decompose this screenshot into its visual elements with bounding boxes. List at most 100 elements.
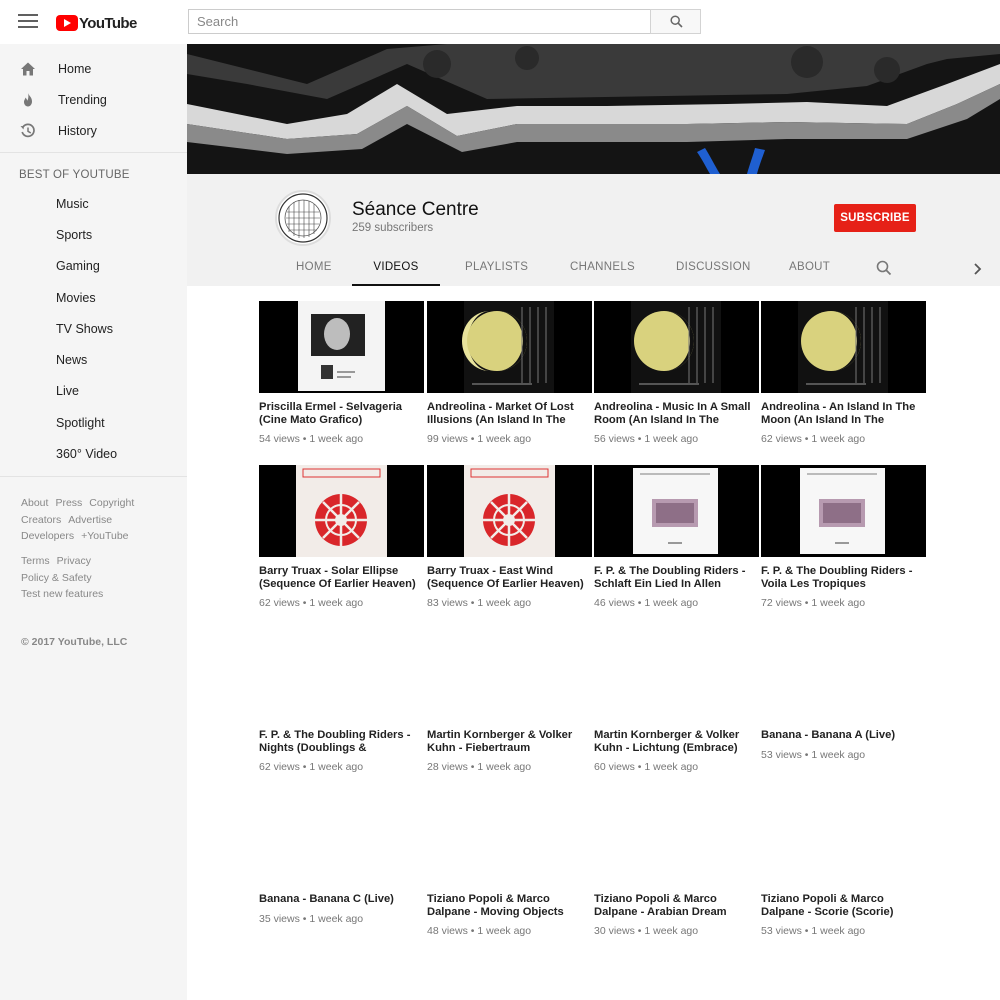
sidebar-item-360-video[interactable]: 360° Video bbox=[0, 438, 187, 469]
video-title[interactable]: Andreolina - Market Of Lost Illusions (A… bbox=[427, 401, 592, 426]
tab-playlists[interactable]: PLAYLISTS bbox=[465, 253, 528, 286]
video-card[interactable]: F. P. & The Doubling Riders - Voila Les … bbox=[761, 465, 926, 609]
video-title[interactable]: F. P. & The Doubling Riders - Nights (Do… bbox=[259, 729, 424, 754]
tabs-next-button[interactable] bbox=[973, 262, 983, 281]
video-title[interactable]: Banana - Banana A (Live) bbox=[761, 729, 926, 742]
footer-links-secondary: Terms Privacy Policy & Safety Test new fe… bbox=[21, 553, 110, 603]
tab-videos[interactable]: VIDEOS bbox=[352, 253, 440, 286]
video-age: 1 week ago bbox=[309, 761, 364, 774]
album-cover-moon bbox=[427, 301, 592, 393]
footer-link-about[interactable]: About bbox=[21, 497, 48, 509]
video-title[interactable]: Barry Truax - Solar Ellipse (Sequence Of… bbox=[259, 565, 424, 590]
video-title[interactable]: Andreolina - Music In A Small Room (An I… bbox=[594, 401, 759, 426]
video-card[interactable]: Andreolina - Market Of Lost Illusions (A… bbox=[427, 301, 592, 445]
video-thumbnail[interactable] bbox=[427, 465, 592, 557]
video-card[interactable]: Barry Truax - Solar Ellipse (Sequence Of… bbox=[259, 465, 424, 609]
video-thumbnail[interactable] bbox=[594, 301, 759, 393]
footer-link-plus-youtube[interactable]: +YouTube bbox=[81, 530, 128, 542]
video-title[interactable]: F. P. & The Doubling Riders - Schlaft Ei… bbox=[594, 565, 759, 590]
video-thumbnail[interactable] bbox=[761, 793, 926, 885]
search-button[interactable] bbox=[650, 9, 701, 34]
sidebar-item-news[interactable]: News bbox=[0, 344, 187, 375]
video-thumbnail[interactable] bbox=[427, 629, 592, 721]
video-title[interactable]: Priscilla Ermel - Selvageria (Cine Mato … bbox=[259, 401, 424, 426]
video-card[interactable]: Martin Kornberger & Volker Kuhn - Lichtu… bbox=[594, 629, 759, 773]
video-title[interactable]: Andreolina - An Island In The Moon (An I… bbox=[761, 401, 926, 426]
footer-link-privacy[interactable]: Privacy bbox=[57, 555, 91, 567]
youtube-logo[interactable]: YouTube bbox=[56, 13, 137, 33]
video-card[interactable]: Banana - Banana A (Live) 53 views • 1 we… bbox=[761, 629, 926, 761]
video-thumbnail[interactable] bbox=[594, 629, 759, 721]
channel-header: Séance Centre 259 subscribers SUBSCRIBE … bbox=[187, 174, 1000, 286]
footer-link-test-new-features[interactable]: Test new features bbox=[21, 588, 103, 600]
tab-home[interactable]: HOME bbox=[296, 253, 332, 286]
sidebar-item-history[interactable]: History bbox=[0, 115, 187, 146]
video-title[interactable]: F. P. & The Doubling Riders - Voila Les … bbox=[761, 565, 926, 590]
video-card[interactable]: Banana - Banana C (Live) 35 views • 1 we… bbox=[259, 793, 424, 925]
album-cover-moon bbox=[594, 301, 759, 393]
video-views: 72 views bbox=[761, 597, 802, 610]
video-card[interactable]: Tiziano Popoli & Marco Dalpane - Moving … bbox=[427, 793, 592, 937]
footer-link-developers[interactable]: Developers bbox=[21, 530, 74, 542]
footer-link-policy-safety[interactable]: Policy & Safety bbox=[21, 572, 92, 584]
subscriber-count: 259 subscribers bbox=[352, 222, 434, 234]
subscribe-button[interactable]: SUBSCRIBE bbox=[834, 204, 916, 232]
video-card[interactable]: Barry Truax - East Wind (Sequence Of Ear… bbox=[427, 465, 592, 609]
video-thumbnail[interactable] bbox=[259, 629, 424, 721]
video-thumbnail[interactable] bbox=[259, 301, 424, 393]
sidebar-item-tv-shows[interactable]: TV Shows bbox=[0, 313, 187, 344]
meta-separator: • bbox=[470, 433, 475, 446]
footer-link-creators[interactable]: Creators bbox=[21, 514, 61, 526]
video-card[interactable]: Andreolina - Music In A Small Room (An I… bbox=[594, 301, 759, 445]
sidebar-item-music[interactable]: Music bbox=[0, 188, 187, 219]
video-thumbnail[interactable] bbox=[427, 793, 592, 885]
tab-about[interactable]: ABOUT bbox=[789, 253, 830, 286]
video-card[interactable]: Tiziano Popoli & Marco Dalpane - Arabian… bbox=[594, 793, 759, 937]
video-thumbnail[interactable] bbox=[761, 465, 926, 557]
footer-link-terms[interactable]: Terms bbox=[21, 555, 50, 567]
video-thumbnail[interactable] bbox=[594, 465, 759, 557]
sidebar-item-movies[interactable]: Movies bbox=[0, 282, 187, 313]
tab-discussion[interactable]: DISCUSSION bbox=[676, 253, 751, 286]
video-card[interactable]: F. P. & The Doubling Riders - Schlaft Ei… bbox=[594, 465, 759, 609]
video-thumbnail[interactable] bbox=[761, 301, 926, 393]
videos-grid: Priscilla Ermel - Selvageria (Cine Mato … bbox=[187, 286, 1000, 1000]
album-cover-record bbox=[594, 465, 759, 557]
video-title[interactable]: Martin Kornberger & Volker Kuhn - Lichtu… bbox=[594, 729, 759, 754]
video-title[interactable]: Tiziano Popoli & Marco Dalpane - Arabian… bbox=[594, 893, 759, 918]
video-thumbnail[interactable] bbox=[427, 301, 592, 393]
footer-link-copyright[interactable]: Copyright bbox=[89, 497, 134, 509]
meta-separator: • bbox=[470, 761, 475, 774]
footer-link-advertise[interactable]: Advertise bbox=[68, 514, 112, 526]
video-title[interactable]: Barry Truax - East Wind (Sequence Of Ear… bbox=[427, 565, 592, 590]
sidebar-item-sports[interactable]: Sports bbox=[0, 219, 187, 250]
channel-search-button[interactable] bbox=[876, 260, 892, 281]
sidebar-item-spotlight[interactable]: Spotlight bbox=[0, 407, 187, 438]
video-title[interactable]: Tiziano Popoli & Marco Dalpane - Moving … bbox=[427, 893, 592, 918]
sidebar-item-home[interactable]: Home bbox=[0, 53, 187, 84]
video-title[interactable]: Banana - Banana C (Live) bbox=[259, 893, 424, 906]
video-card[interactable]: Tiziano Popoli & Marco Dalpane - Scorie … bbox=[761, 793, 926, 937]
tab-channels[interactable]: CHANNELS bbox=[570, 253, 635, 286]
sidebar-item-gaming[interactable]: Gaming bbox=[0, 250, 187, 281]
sidebar-item-trending[interactable]: Trending bbox=[0, 84, 187, 115]
video-thumbnail[interactable] bbox=[761, 629, 926, 721]
sidebar-item-live[interactable]: Live bbox=[0, 375, 187, 406]
channel-avatar[interactable] bbox=[275, 190, 331, 246]
search-input[interactable] bbox=[189, 10, 650, 33]
video-thumbnail[interactable] bbox=[259, 793, 424, 885]
video-title[interactable]: Martin Kornberger & Volker Kuhn - Fieber… bbox=[427, 729, 592, 754]
video-thumbnail[interactable] bbox=[259, 465, 424, 557]
video-card[interactable]: F. P. & The Doubling Riders - Nights (Do… bbox=[259, 629, 424, 773]
video-views: 28 views bbox=[427, 761, 468, 774]
footer-link-press[interactable]: Press bbox=[55, 497, 82, 509]
video-thumbnail[interactable] bbox=[594, 793, 759, 885]
video-meta: 48 views • 1 week ago bbox=[427, 925, 592, 937]
video-title[interactable]: Tiziano Popoli & Marco Dalpane - Scorie … bbox=[761, 893, 926, 918]
video-card[interactable]: Andreolina - An Island In The Moon (An I… bbox=[761, 301, 926, 445]
menu-icon[interactable] bbox=[18, 14, 38, 30]
video-card[interactable]: Martin Kornberger & Volker Kuhn - Fieber… bbox=[427, 629, 592, 773]
video-card[interactable]: Priscilla Ermel - Selvageria (Cine Mato … bbox=[259, 301, 424, 445]
meta-separator: • bbox=[302, 912, 307, 925]
video-age: 1 week ago bbox=[477, 925, 532, 938]
